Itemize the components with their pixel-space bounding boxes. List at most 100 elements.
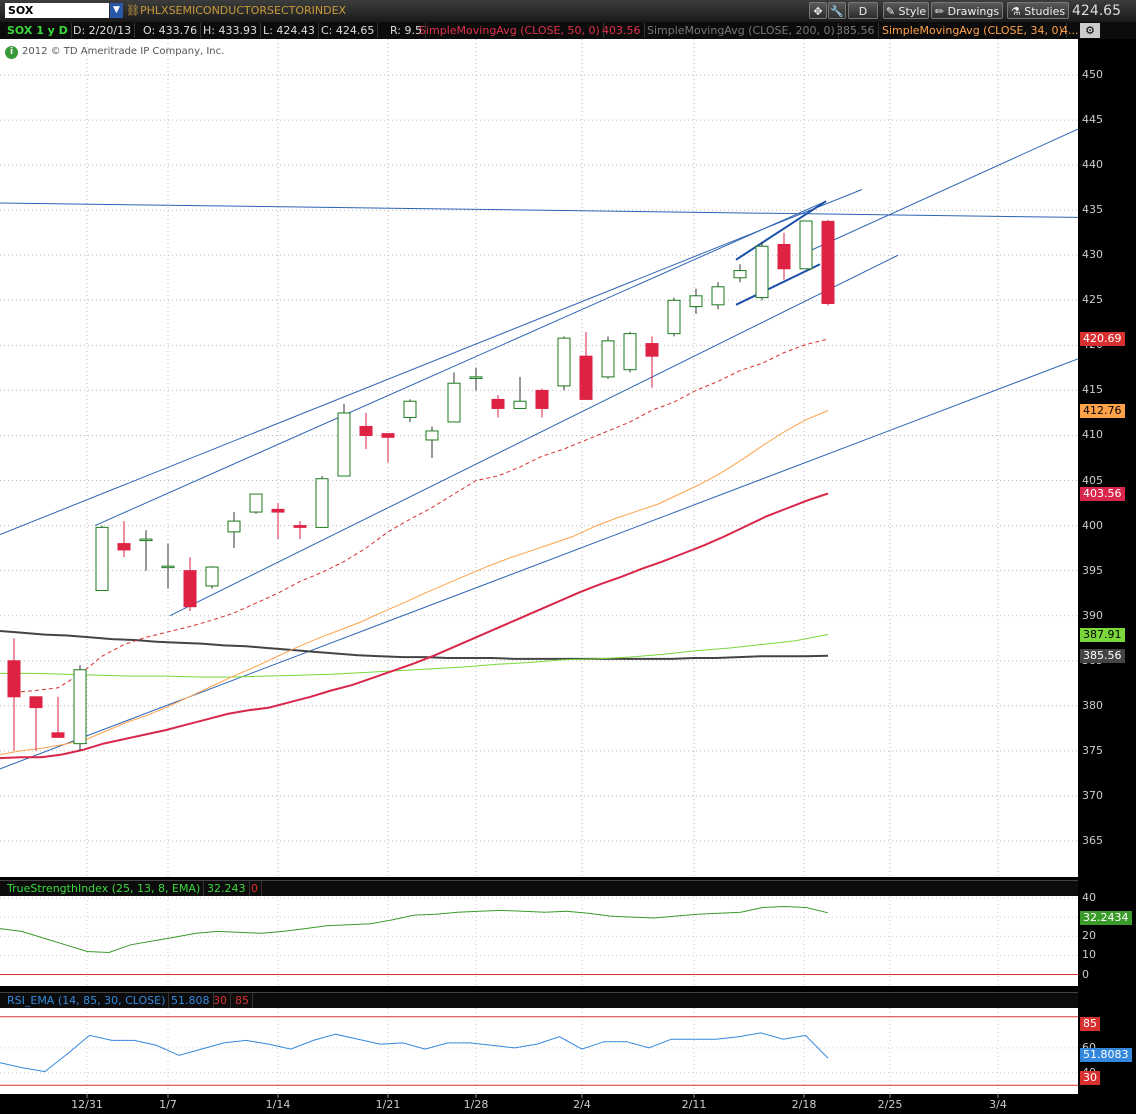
x-tick-label: 1/14: [266, 1098, 291, 1111]
trendline: [809, 128, 1078, 252]
price-tick-label: 395: [1082, 563, 1103, 577]
sma50-value: 403.56: [599, 23, 645, 38]
pencil-icon: ✏: [934, 5, 948, 18]
rsi-plot-area: [0, 1008, 1078, 1094]
sma34-price-badge: 412.76: [1080, 403, 1125, 418]
price-tick-label: 430: [1082, 248, 1103, 262]
down-candle: [7, 660, 21, 698]
sma200-price-badge: 385.56: [1080, 648, 1125, 663]
down-candle: [491, 398, 505, 409]
rsi-chart-svg: [0, 1008, 1078, 1094]
up-candle: [139, 538, 153, 542]
price-tick-label: 370: [1082, 788, 1103, 802]
wrench-button[interactable]: 🔧: [828, 2, 846, 19]
price-tick-label: 410: [1082, 428, 1103, 442]
sma34-line: [0, 410, 829, 755]
aggregation-d-button[interactable]: D: [848, 2, 878, 19]
up-candle: [249, 493, 263, 513]
info-icon[interactable]: i: [5, 46, 18, 59]
chart-period[interactable]: SOX 1 y D: [4, 23, 72, 38]
studies-icon: ⚗: [1010, 5, 1025, 18]
date-x-axis: 12/31 1/7 1/14 1/21 1/28 2/4 2/11 2/18 2/25 3/4: [71, 1094, 1007, 1111]
chart-toolbar: SOX ▼ ⛓ PHLXSEMICONDUCTORSECTORINDEX ✥ 🔧…: [0, 0, 1136, 23]
price-tick-label: 365: [1082, 833, 1103, 847]
up-candle: [425, 430, 439, 441]
up-candle: [447, 382, 461, 423]
sma50-price-badge: 403.56: [1080, 486, 1125, 501]
symbol-input[interactable]: SOX: [5, 3, 109, 18]
style-icon: ✎: [885, 5, 899, 18]
down-candle: [117, 543, 131, 551]
green-ma-line: [0, 634, 829, 678]
style-label: Style: [898, 5, 927, 18]
trendline: [94, 200, 827, 527]
sma200-value: 385.56: [833, 23, 879, 38]
rsi-upper-badge: 85: [1080, 1017, 1100, 1031]
chart-settings-icon[interactable]: ⚙: [1080, 23, 1100, 38]
price-tick-label: 435: [1082, 203, 1103, 217]
tsi-tick-label: 40: [1082, 890, 1096, 904]
down-candle: [579, 355, 593, 400]
up-candle: [711, 286, 725, 306]
tsi-tick-label: 10: [1082, 948, 1096, 962]
down-candle: [29, 696, 43, 709]
down-candle: [359, 425, 373, 436]
price-tick-label: 445: [1082, 113, 1103, 127]
x-tick-label: 1/7: [159, 1098, 177, 1111]
down-candle: [381, 433, 395, 438]
up-candle: [689, 295, 703, 308]
up-candle: [799, 220, 813, 270]
price-tick-label: 440: [1082, 158, 1103, 172]
x-tick-label: 2/4: [573, 1098, 591, 1111]
rsi-lower-badge: 30: [1080, 1071, 1100, 1085]
x-tick-label: 3/4: [989, 1098, 1007, 1111]
tsi-chart-svg: [0, 896, 1078, 986]
trendline: [0, 358, 1078, 770]
low-value: L: 424.43: [260, 23, 319, 38]
price-tick-label: 390: [1082, 608, 1103, 622]
style-menu-button[interactable]: ✎ Style: [883, 2, 929, 19]
up-candle: [623, 333, 637, 371]
x-tick-label: 2/11: [682, 1098, 707, 1111]
up-candle: [755, 245, 769, 299]
tsi-tick-label: 20: [1082, 929, 1096, 943]
x-tick-label: 2/18: [792, 1098, 817, 1111]
link-icon[interactable]: ⛓: [126, 3, 140, 18]
price-tick-label: 400: [1082, 518, 1103, 532]
symbol-dropdown-button[interactable]: ▼: [110, 3, 123, 18]
up-candle: [403, 400, 417, 418]
copyright-text: 2012 © TD Ameritrade IP Company, Inc.: [22, 46, 225, 57]
tsi-badge: 32.2434: [1080, 911, 1132, 925]
up-candle: [733, 270, 747, 279]
sma200-label[interactable]: SimpleMovingAvg (CLOSE, 200, 0): [644, 23, 839, 38]
price-tick-label: 405: [1082, 473, 1103, 487]
pan-tool-button[interactable]: ✥: [809, 2, 827, 19]
up-candle: [227, 520, 241, 533]
sma50-label[interactable]: SimpleMovingAvg (CLOSE, 50, 0): [416, 23, 604, 38]
sma34-value: 4...: [1061, 24, 1079, 37]
down-candle: [271, 508, 285, 513]
tsi-tick-label: 0: [1082, 967, 1089, 981]
up-candle: [337, 412, 351, 477]
price-tick-label: 425: [1082, 293, 1103, 307]
sma34-label[interactable]: SimpleMovingAvg (CLOSE, 34, 0): [879, 23, 1067, 38]
up-candle: [73, 669, 87, 745]
high-value: H: 433.93: [200, 23, 261, 38]
quote-info-bar: SOX 1 y D D: 2/20/13 O: 433.76 H: 433.93…: [0, 22, 1136, 39]
up-candle: [469, 376, 483, 379]
ema-dashed-price-badge: 420.69: [1080, 332, 1125, 347]
studies-menu-button[interactable]: ⚗ Studies: [1007, 2, 1069, 19]
drawings-menu-button[interactable]: ✏ Drawings: [931, 2, 1003, 19]
trendline: [0, 189, 863, 536]
up-candle: [601, 340, 615, 378]
down-candle: [777, 243, 791, 270]
up-candle: [513, 400, 527, 409]
down-candle: [535, 389, 549, 409]
x-tick-label: 2/25: [878, 1098, 903, 1111]
green-ma-price-badge: 387.91: [1080, 627, 1125, 642]
x-tick-label: 12/31: [71, 1098, 103, 1111]
down-candle: [293, 525, 307, 528]
x-tick-label: 1/28: [464, 1098, 489, 1111]
up-candle: [557, 337, 571, 387]
bar-date: D: 2/20/13: [70, 23, 136, 38]
